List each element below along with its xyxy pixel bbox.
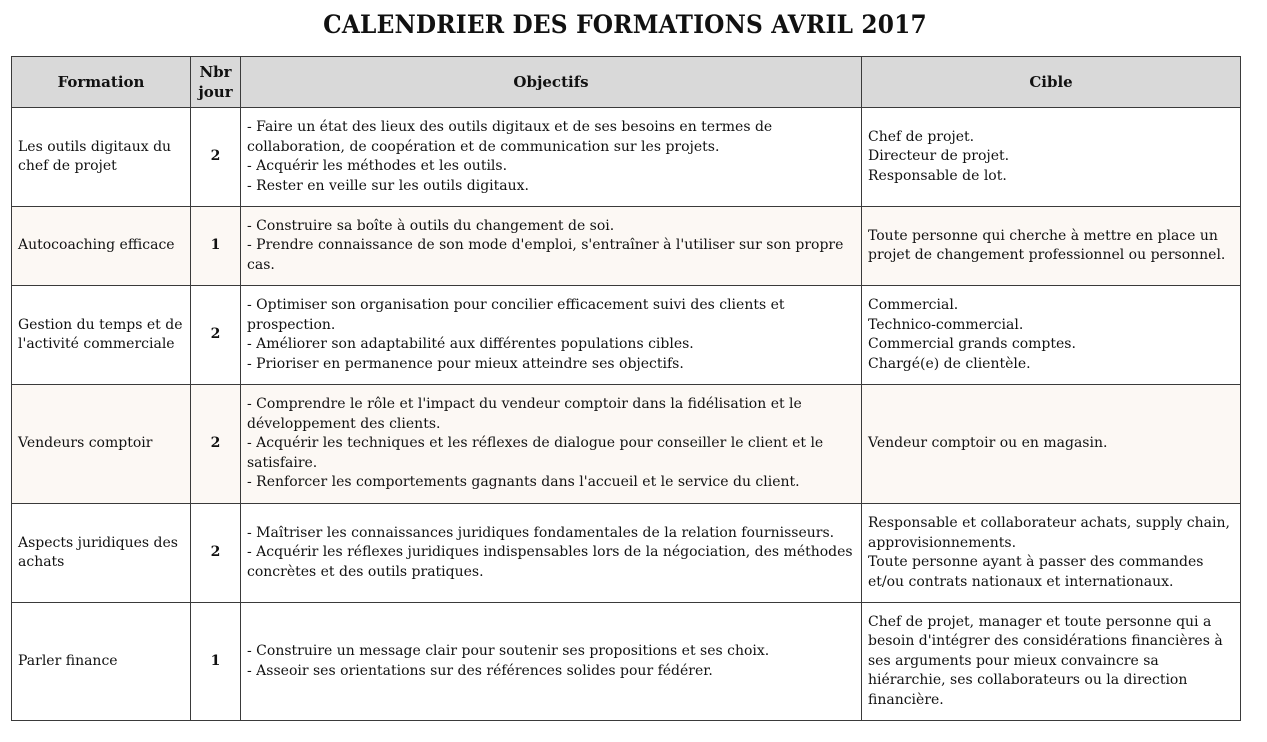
cible-item: Toute personne ayant à passer des comman… <box>868 554 1204 590</box>
header-cible: Cible <box>861 56 1241 108</box>
formation-cell: Gestion du temps et de l'activité commer… <box>11 285 191 385</box>
objectifs-cell: - Construire un message clair pour soute… <box>240 602 862 721</box>
objectif-item: - Acquérir les méthodes et les outils. <box>247 158 508 174</box>
cible-item: Chef de projet. <box>868 128 975 145</box>
objectif-item: - Construire un message clair pour soute… <box>247 643 770 659</box>
objectifs-cell: - Maîtriser les connaissances juridiques… <box>240 503 862 603</box>
formation-cell: Les outils digitaux du chef de projet <box>11 107 191 207</box>
cible-item: Vendeur comptoir ou en magasin. <box>868 435 1108 452</box>
nbr-jour-cell: 1 <box>190 206 241 286</box>
formation-cell: Vendeurs comptoir <box>11 384 191 504</box>
objectif-item: - Maîtriser les connaissances juridiques… <box>247 524 835 541</box>
nbr-jour-cell: 2 <box>190 107 241 207</box>
cible-item: Commercial. <box>868 297 959 313</box>
cible-item: Chef de projet, manager et toute personn… <box>868 613 1223 708</box>
cible-cell: Vendeur comptoir ou en magasin. <box>861 384 1241 504</box>
objectif-item: - Optimiser son organisation pour concil… <box>247 297 785 333</box>
formation-cell: Parler finance <box>11 602 191 721</box>
nbr-jour-cell: 1 <box>190 602 241 721</box>
cible-cell: Chef de projet. Directeur de projet. Res… <box>861 107 1241 207</box>
cible-item: Directeur de projet. <box>868 148 1010 165</box>
cible-item: Commercial grands comptes. <box>868 336 1076 352</box>
cible-item: Technico-commercial. <box>868 316 1024 333</box>
nbr-jour-cell: 2 <box>190 503 241 603</box>
objectif-item: - Rester en veille sur les outils digita… <box>247 177 529 194</box>
objectif-item: - Acquérir les réflexes juridiques indis… <box>247 544 853 580</box>
cible-cell: Toute personne qui cherche à mettre en p… <box>861 206 1241 286</box>
table-row: Gestion du temps et de l'activité commer… <box>11 285 1241 385</box>
objectif-item: - Acquérir les techniques et les réflexe… <box>247 435 824 471</box>
cible-cell: Responsable et collaborateur achats, sup… <box>861 503 1241 603</box>
table-body: Les outils digitaux du chef de projet 2 … <box>11 107 1241 721</box>
header-row: Formation Nbr jour Objectifs Cible <box>11 56 1241 108</box>
formation-cell: Autocoaching efficace <box>11 206 191 286</box>
objectifs-cell: - Faire un état des lieux des outils dig… <box>240 107 862 207</box>
objectif-item: - Prioriser en permanence pour mieux att… <box>247 355 684 372</box>
header-formation: Formation <box>11 56 191 108</box>
objectif-item: - Améliorer son adaptabilité aux différe… <box>247 336 694 352</box>
table-row: Autocoaching efficace 1 - Construire sa … <box>11 206 1241 286</box>
objectif-item: - Prendre connaissance de son mode d'emp… <box>247 237 844 273</box>
cible-cell: Commercial. Technico-commercial. Commerc… <box>861 285 1241 385</box>
cible-item: Toute personne qui cherche à mettre en p… <box>868 227 1226 264</box>
table-row: Les outils digitaux du chef de projet 2 … <box>11 107 1241 207</box>
cible-cell: Chef de projet, manager et toute personn… <box>861 602 1241 721</box>
objectif-item: - Renforcer les comportements gagnants d… <box>247 474 800 491</box>
objectifs-cell: - Comprendre le rôle et l'impact du vend… <box>240 384 862 504</box>
table-row: Aspects juridiques des achats 2 - Maîtri… <box>11 503 1241 603</box>
objectif-item: - Construire sa boîte à outils du change… <box>247 217 615 234</box>
objectifs-cell: - Optimiser son organisation pour concil… <box>240 285 862 385</box>
objectif-item: - Faire un état des lieux des outils dig… <box>247 119 773 155</box>
table-row: Vendeurs comptoir 2 - Comprendre le rôle… <box>11 384 1241 504</box>
cible-item: Chargé(e) de clientèle. <box>868 355 1031 372</box>
formation-cell: Aspects juridiques des achats <box>11 503 191 603</box>
cible-item: Responsable de lot. <box>868 167 1007 184</box>
training-calendar-table: Formation Nbr jour Objectifs Cible Les o… <box>11 56 1241 721</box>
objectif-item: - Comprendre le rôle et l'impact du vend… <box>247 396 802 432</box>
cible-item: Responsable et collaborateur achats, sup… <box>868 515 1230 551</box>
table-row: Parler finance 1 - Construire un message… <box>11 602 1241 721</box>
header-nbr-jour: Nbr jour <box>190 56 241 108</box>
nbr-jour-cell: 2 <box>190 384 241 504</box>
nbr-jour-cell: 2 <box>190 285 241 385</box>
objectif-item: - Asseoir ses orientations sur des référ… <box>247 662 713 679</box>
header-objectifs: Objectifs <box>240 56 862 108</box>
objectifs-cell: - Construire sa boîte à outils du change… <box>240 206 862 286</box>
page-title: CALENDRIER DES FORMATIONS AVRIL 2017 <box>323 10 927 39</box>
